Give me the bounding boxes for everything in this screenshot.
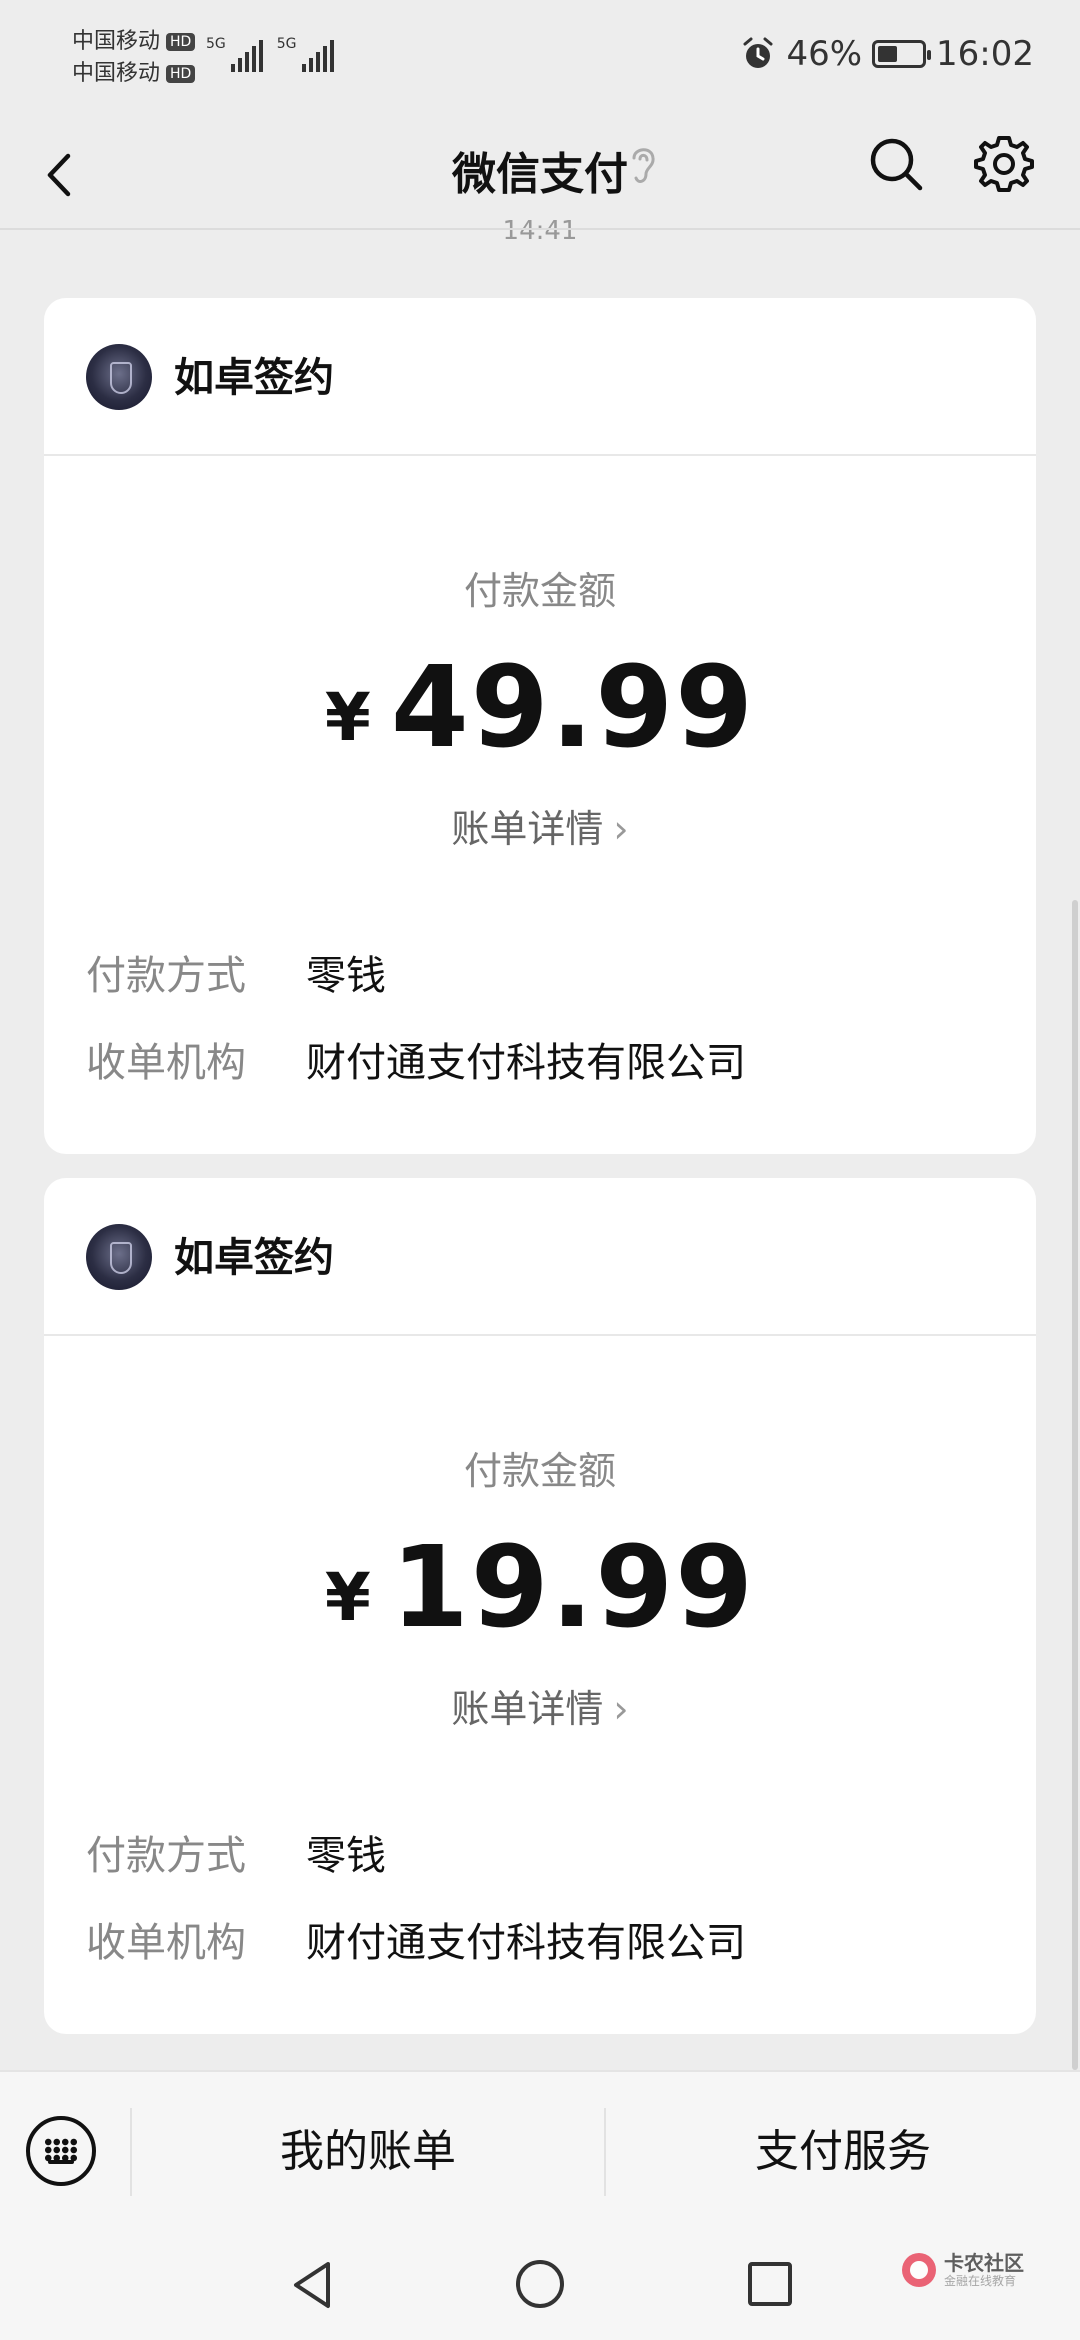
payment-amount: ¥49.99 xyxy=(44,648,1036,768)
chevron-right-icon: › xyxy=(613,807,629,851)
info-key: 收单机构 xyxy=(86,1040,246,1086)
merchant-logo xyxy=(86,1224,152,1290)
currency-symbol: ¥ xyxy=(324,1559,373,1636)
gear-icon[interactable] xyxy=(972,132,1036,196)
hd-badge: HD xyxy=(166,65,196,83)
system-back-icon[interactable] xyxy=(288,2258,338,2312)
status-bar: 中国移动 HD 中国移动 HD 5G 5G 46% 16:02 xyxy=(0,0,1080,120)
payment-method-row: 付款方式 零钱 xyxy=(86,948,996,1004)
acquirer-row: 收单机构 财付通支付科技有限公司 xyxy=(86,1035,996,1091)
battery-percent: 46% xyxy=(786,34,863,74)
amount-label: 付款金额 xyxy=(463,569,616,613)
clock: 16:02 xyxy=(936,34,1034,74)
keyboard-toggle-icon[interactable] xyxy=(26,2116,96,2186)
amount-value: 49.99 xyxy=(390,643,756,773)
amount-label: 付款金额 xyxy=(463,1449,616,1493)
card-header[interactable]: 如卓签约 xyxy=(44,298,1036,456)
merchant-logo xyxy=(86,344,152,410)
carrier-1: 中国移动 xyxy=(72,29,161,54)
ear-icon[interactable] xyxy=(626,142,660,188)
info-key: 付款方式 xyxy=(86,1833,246,1879)
payment-card[interactable]: 如卓签约 付款金额 ¥49.99 账单详情 › 付款方式 零钱 收单机构 财付通支付科… xyxy=(44,298,1036,1154)
amount-value: 19.99 xyxy=(390,1523,756,1653)
watermark-logo-icon xyxy=(902,2253,936,2287)
system-home-icon[interactable] xyxy=(516,2260,564,2308)
merchant-name: 如卓签约 xyxy=(174,1235,334,1281)
payment-card[interactable]: 如卓签约 付款金额 ¥19.99 账单详情 › 付款方式 零钱 收单机构 财付通支付科… xyxy=(44,1178,1036,2034)
signal-icon: 5G xyxy=(277,36,334,72)
watermark: 卡农社区 金融在线教育 xyxy=(902,2252,1024,2288)
search-icon[interactable] xyxy=(866,134,926,194)
carrier-info: 中国移动 HD 中国移动 HD xyxy=(72,26,196,90)
payment-amount: ¥19.99 xyxy=(44,1528,1036,1648)
currency-symbol: ¥ xyxy=(324,679,373,756)
signal-icon: 5G xyxy=(206,36,263,72)
info-value: 财付通支付科技有限公司 xyxy=(306,1040,746,1086)
my-bills-button[interactable]: 我的账单 xyxy=(132,2122,604,2182)
bill-detail-label: 账单详情 xyxy=(451,807,604,851)
system-recents-icon[interactable] xyxy=(748,2262,792,2306)
message-timestamp: 14:41 xyxy=(502,216,578,246)
signal-indicators: 5G 5G xyxy=(206,36,334,72)
info-value: 财付通支付科技有限公司 xyxy=(306,1920,746,1966)
carrier-2: 中国移动 xyxy=(72,61,161,86)
chevron-right-icon: › xyxy=(613,1687,629,1731)
payment-method-row: 付款方式 零钱 xyxy=(86,1828,996,1884)
battery-icon xyxy=(872,40,932,68)
acquirer-row: 收单机构 财付通支付科技有限公司 xyxy=(86,1915,996,1971)
pay-services-button[interactable]: 支付服务 xyxy=(606,2122,1080,2182)
status-right: 46% 16:02 xyxy=(740,34,1034,74)
info-key: 付款方式 xyxy=(86,953,246,999)
bill-detail-label: 账单详情 xyxy=(451,1687,604,1731)
info-value: 零钱 xyxy=(306,1833,386,1879)
header-divider xyxy=(0,228,1080,230)
card-header[interactable]: 如卓签约 xyxy=(44,1178,1036,1336)
merchant-name: 如卓签约 xyxy=(174,355,334,401)
info-key: 收单机构 xyxy=(86,1920,246,1966)
bill-detail-link[interactable]: 账单详情 › xyxy=(44,1678,1036,1733)
watermark-subtitle: 金融在线教育 xyxy=(944,2274,1017,2288)
watermark-title: 卡农社区 xyxy=(944,2251,1024,2275)
info-value: 零钱 xyxy=(306,953,386,999)
alarm-icon xyxy=(743,37,773,68)
scrollbar[interactable] xyxy=(1072,900,1078,2070)
hd-badge: HD xyxy=(166,33,196,51)
system-nav-bar: 卡农社区 金融在线教育 xyxy=(0,2230,1080,2340)
bill-detail-link[interactable]: 账单详情 › xyxy=(44,798,1036,853)
bottom-menu-bar: 我的账单 支付服务 xyxy=(0,2070,1080,2232)
